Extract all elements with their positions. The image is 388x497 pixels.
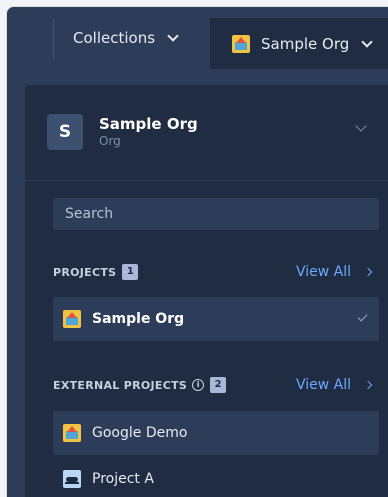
collections-label: Collections bbox=[73, 29, 156, 47]
projects-view-all-link[interactable]: View All bbox=[295, 262, 373, 282]
projects-section-header: PROJECTS 1 View All bbox=[53, 262, 373, 282]
external-projects-section-header: EXTERNAL PROJECTS i 2 View All bbox=[53, 375, 373, 395]
current-org-header[interactable]: S Sample Org Org bbox=[47, 108, 377, 156]
projects-section-title: PROJECTS bbox=[53, 265, 117, 279]
house-icon bbox=[232, 34, 250, 53]
project-item-label: Sample Org bbox=[92, 311, 185, 327]
nav-divider bbox=[53, 19, 54, 59]
search-input[interactable] bbox=[53, 198, 379, 230]
chevron-right-icon bbox=[363, 380, 373, 390]
external-projects-view-all-link[interactable]: View All bbox=[295, 375, 373, 395]
view-all-label: View All bbox=[295, 377, 351, 393]
project-item-label: Google Demo bbox=[92, 425, 188, 441]
divider bbox=[25, 180, 388, 181]
org-name: Sample Org bbox=[99, 115, 198, 133]
app-frame: Collections Sample Org S Sample Org Org … bbox=[6, 6, 388, 497]
org-type: Org bbox=[99, 134, 121, 148]
house-icon bbox=[63, 310, 81, 328]
chevron-right-icon bbox=[363, 267, 373, 277]
view-all-label: View All bbox=[295, 264, 351, 280]
chevron-down-icon[interactable] bbox=[355, 120, 367, 132]
org-switcher-dropdown: S Sample Org Org PROJECTS 1 View All Sam… bbox=[25, 85, 388, 497]
ant-icon bbox=[63, 470, 81, 488]
org-names: Sample Org Org bbox=[99, 115, 198, 149]
project-item-sample-org[interactable]: Sample Org bbox=[53, 297, 379, 341]
house-icon bbox=[63, 424, 81, 442]
external-projects-count-badge: 2 bbox=[210, 377, 227, 393]
org-switcher-label: Sample Org bbox=[261, 34, 350, 53]
chevron-down-icon bbox=[361, 35, 373, 48]
collections-menu-button[interactable]: Collections bbox=[73, 27, 179, 49]
chevron-down-icon bbox=[167, 30, 179, 42]
org-avatar: S bbox=[47, 114, 83, 150]
external-project-item-project-a[interactable]: Project A bbox=[53, 457, 379, 497]
check-icon bbox=[357, 311, 368, 322]
external-project-item-google-demo[interactable]: Google Demo bbox=[53, 411, 379, 455]
external-projects-section-title: EXTERNAL PROJECTS bbox=[53, 378, 188, 392]
top-nav-bar: Collections Sample Org bbox=[7, 7, 388, 69]
info-icon[interactable]: i bbox=[192, 379, 205, 391]
projects-count-badge: 1 bbox=[122, 264, 139, 280]
org-switcher-button[interactable]: Sample Org bbox=[210, 18, 388, 69]
project-item-label: Project A bbox=[92, 471, 154, 487]
